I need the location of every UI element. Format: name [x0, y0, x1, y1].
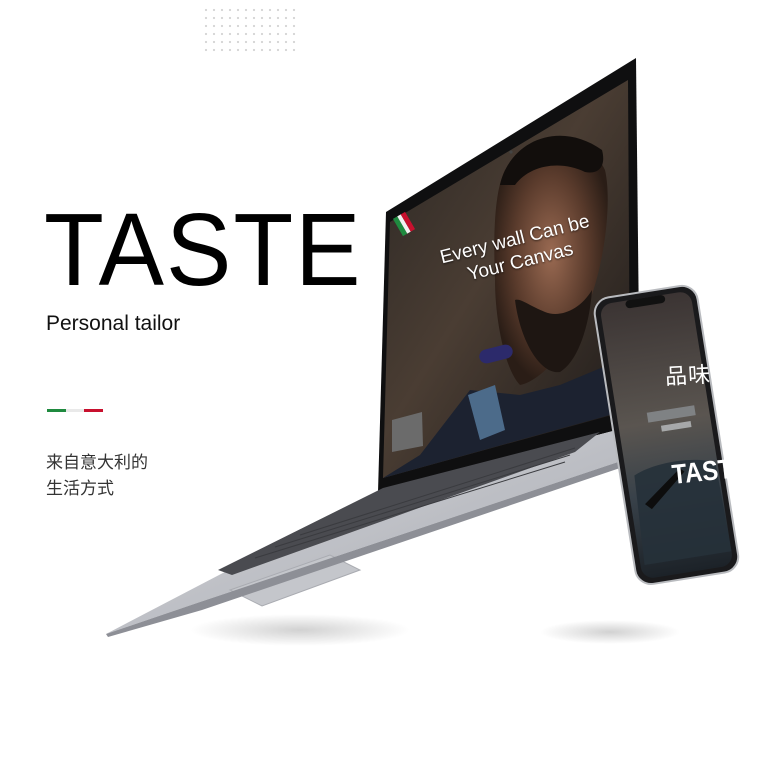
poster: TASTE Personal tailor 来自意大利的 生活方式 Every … [0, 0, 760, 760]
laptop-front-edge [106, 462, 620, 637]
phone-shadow [540, 620, 680, 644]
laptop-shadow [190, 614, 410, 646]
device-mockup-illustration [106, 58, 740, 646]
laptop-webcam [509, 150, 513, 154]
phone-mockup [593, 284, 740, 586]
phone-title-cn: 品味 [664, 361, 712, 390]
